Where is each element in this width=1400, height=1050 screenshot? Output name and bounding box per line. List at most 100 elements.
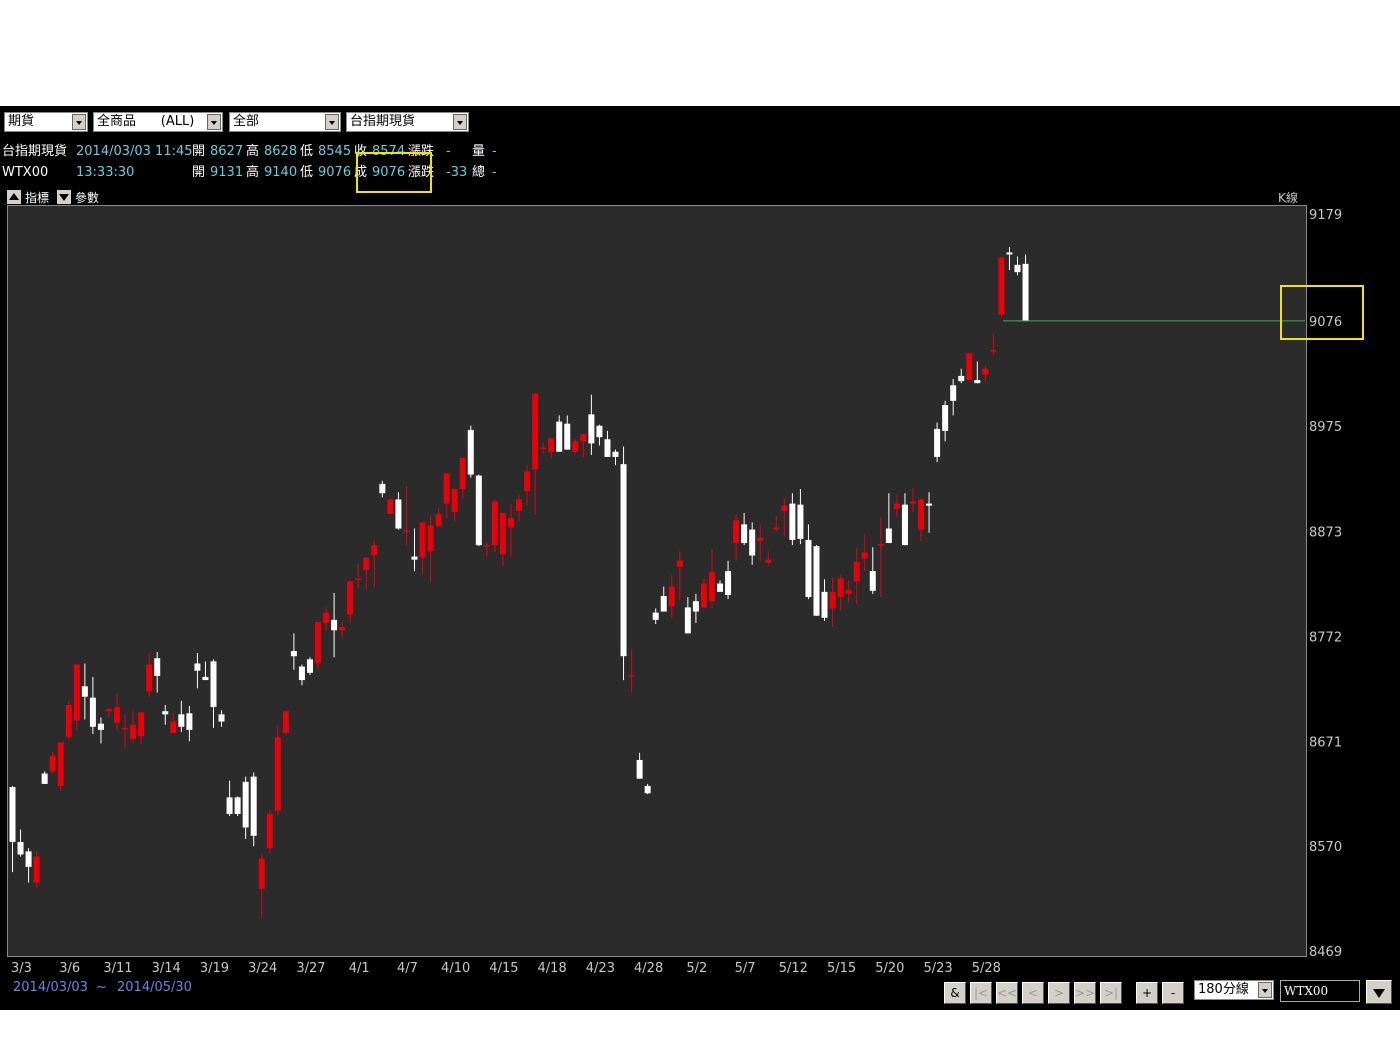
- x-tick-label: 4/7: [397, 961, 418, 976]
- candle-body: [885, 528, 892, 544]
- next-page-button[interactable]: >>: [1074, 982, 1096, 1004]
- candle-body: [950, 385, 957, 401]
- candle-body: [612, 451, 619, 457]
- candle-body: [532, 393, 539, 470]
- candle-body: [290, 651, 297, 657]
- candle-body: [81, 686, 88, 697]
- x-tick-label: 5/12: [779, 961, 808, 976]
- candle-body: [347, 581, 354, 615]
- range-end: 2014/05/30: [117, 980, 192, 995]
- candle-body: [580, 434, 587, 442]
- candle-body: [773, 527, 780, 530]
- x-tick-label: 3/24: [248, 961, 277, 976]
- candle-body: [266, 813, 273, 849]
- candle-body: [331, 619, 338, 631]
- trading-app: 期貨 全商品 (ALL) 全部 台指期現貨 台指期現貨 2014/03/03 1…: [0, 106, 1400, 1010]
- candle-body: [893, 503, 900, 509]
- x-tick-label: 5/20: [875, 961, 904, 976]
- candle-body: [829, 591, 836, 609]
- candle-body: [49, 755, 56, 772]
- candle-body: [323, 612, 330, 623]
- candle-body: [411, 556, 418, 560]
- candle-body: [942, 404, 949, 431]
- candle-body: [998, 257, 1005, 315]
- zoom-in-button[interactable]: +: [1136, 982, 1158, 1004]
- candle-body: [901, 504, 908, 546]
- candle-body: [427, 525, 434, 552]
- amp-button[interactable]: &: [944, 982, 966, 1004]
- candle-body: [918, 499, 925, 530]
- candle-body: [234, 797, 241, 814]
- candle-body: [475, 475, 482, 546]
- candle-body: [853, 561, 860, 582]
- candle-body: [57, 742, 64, 786]
- candle-body: [837, 578, 844, 598]
- x-tick-label: 4/28: [634, 961, 663, 976]
- candle-body: [194, 663, 201, 671]
- prev-button[interactable]: <: [1022, 982, 1044, 1004]
- period-select[interactable]: 180分線: [1194, 980, 1274, 1000]
- first-button[interactable]: |<: [970, 982, 992, 1004]
- candle-body: [556, 421, 563, 452]
- candle-body: [765, 559, 772, 563]
- candle-body: [371, 545, 378, 556]
- candle-body: [636, 760, 643, 779]
- candlestick-chart: 917990768975887387728671857084693/3 3/6 3/…: [9, 208, 1342, 976]
- last-price-highlight: [1280, 285, 1364, 340]
- candle-body: [218, 714, 225, 722]
- candle-body: [483, 545, 490, 547]
- candle-body: [974, 380, 981, 384]
- chevron-down-icon[interactable]: [1258, 982, 1272, 998]
- candle-body: [813, 546, 820, 616]
- y-tick-label: 8671: [1309, 735, 1342, 750]
- candle-body: [250, 776, 257, 836]
- dropdown-button[interactable]: [1366, 980, 1392, 1004]
- candle-body: [379, 483, 386, 494]
- candle-body: [274, 737, 281, 811]
- candle-body: [73, 664, 80, 721]
- y-tick-label: 8570: [1309, 840, 1342, 855]
- candle-body: [725, 571, 732, 595]
- x-tick-label: 3/3: [11, 961, 32, 976]
- x-tick-label: 5/2: [686, 961, 707, 976]
- x-tick-label: 3/6: [59, 961, 80, 976]
- candle-body: [242, 781, 249, 828]
- candle-body: [869, 571, 876, 591]
- candle-body: [138, 712, 145, 737]
- candle-body: [652, 612, 659, 620]
- candle-body: [604, 439, 611, 457]
- candle-body: [202, 676, 209, 681]
- candle-body: [620, 464, 627, 657]
- candle-body: [934, 428, 941, 457]
- x-tick-label: 4/1: [349, 961, 370, 976]
- candle-body: [443, 473, 450, 504]
- candle-body: [387, 499, 394, 514]
- candle-body: [105, 709, 112, 712]
- symbol-input[interactable]: WTX00: [1280, 980, 1360, 1002]
- candle-body: [821, 591, 828, 618]
- candle-body: [170, 721, 177, 734]
- x-tick-label: 3/19: [200, 961, 229, 976]
- candle-body: [467, 429, 474, 475]
- candle-body: [395, 499, 402, 529]
- candle-body: [692, 601, 699, 612]
- candle-body: [684, 607, 691, 634]
- candle-body: [668, 586, 675, 607]
- candle-body: [499, 512, 506, 555]
- candle-body: [749, 529, 756, 556]
- candle-body: [33, 856, 40, 883]
- candle-body: [781, 505, 788, 511]
- range-sep: ~: [96, 980, 107, 995]
- candle-body: [982, 368, 989, 375]
- prev-page-button[interactable]: <<: [996, 982, 1018, 1004]
- candle-body: [186, 713, 193, 730]
- x-tick-label: 5/15: [827, 961, 856, 976]
- candle-body: [805, 539, 812, 598]
- next-button[interactable]: >: [1048, 982, 1070, 1004]
- candle-body: [114, 707, 121, 723]
- candle-body: [435, 513, 442, 527]
- candle-body: [41, 773, 48, 784]
- zoom-out-button[interactable]: -: [1162, 982, 1184, 1004]
- last-button[interactable]: >|: [1100, 982, 1122, 1004]
- x-tick-label: 5/7: [735, 961, 756, 976]
